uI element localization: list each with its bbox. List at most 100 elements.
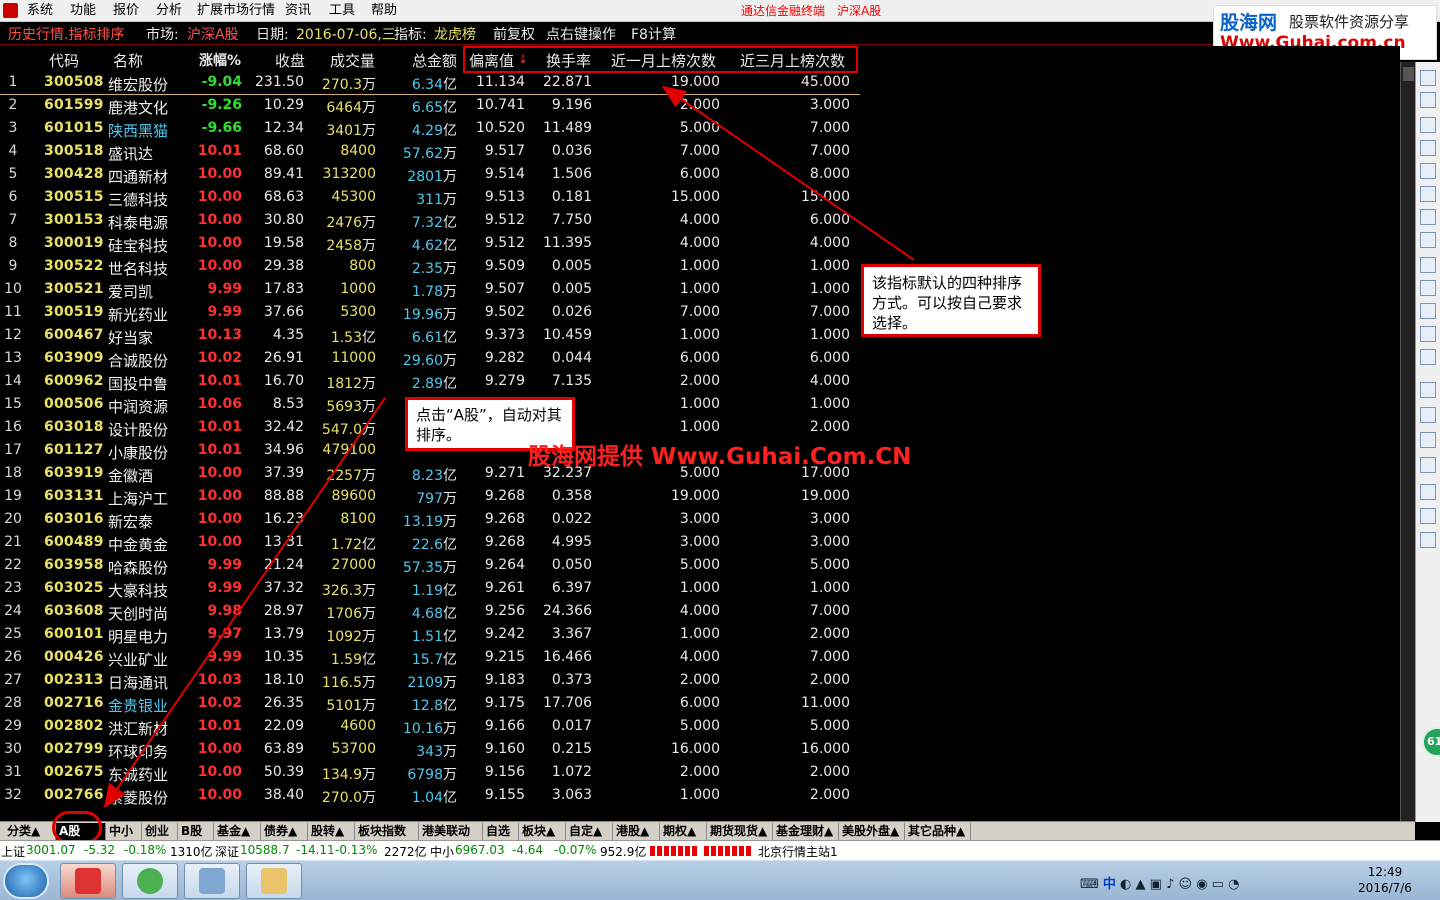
table-row[interactable]: 24 603608 天创时尚 9.98 28.97 9.256 24.366 4.000 7.0… bbox=[0, 601, 860, 624]
table-row[interactable]: 32 002766 索菱股份 10.00 38.40 9.155 3.063 1.000 2.0… bbox=[0, 785, 860, 808]
table-row[interactable]: 8 300019 硅宝科技 10.00 19.58 9.512 11.395 4.000 4.0… bbox=[0, 233, 860, 256]
document-icon[interactable] bbox=[1420, 257, 1436, 273]
table-row[interactable]: 12 600467 好当家 10.13 4.35 9.373 10.459 1.000 1.00… bbox=[0, 325, 860, 348]
table-row[interactable]: 23 603025 大豪科技 9.99 37.32 9.261 6.397 1.000 1.00… bbox=[0, 578, 860, 601]
table-row[interactable]: 6 300515 三德科技 10.00 68.63 9.513 0.181 15.000 15.… bbox=[0, 187, 860, 210]
table-row[interactable]: 14 600962 国投中鲁 10.01 16.70 9.279 7.135 2.000 4.0… bbox=[0, 371, 860, 394]
stack-icon[interactable] bbox=[1420, 432, 1436, 448]
circle-icon[interactable] bbox=[1420, 349, 1436, 365]
table-row[interactable]: 20 603016 新宏泰 10.00 16.23 9.268 0.022 3.000 3.00… bbox=[0, 509, 860, 532]
category-tab[interactable]: 中小 bbox=[106, 823, 142, 840]
candlestick-icon[interactable] bbox=[1420, 186, 1436, 202]
clock[interactable]: 12:49 2016/7/6 bbox=[1350, 864, 1420, 896]
category-tab[interactable]: 基金▲ bbox=[214, 823, 261, 840]
table-row[interactable]: 9 300522 世名科技 10.00 29.38 9.509 0.005 1.000 1.00… bbox=[0, 256, 860, 279]
category-tab[interactable]: 其它品种▲ bbox=[905, 823, 971, 840]
table-row[interactable]: 30 002799 环球印务 10.00 63.89 9.160 0.215 16.000 16… bbox=[0, 739, 860, 762]
info-icon[interactable] bbox=[1420, 280, 1436, 296]
f8-calc[interactable]: F8计算 bbox=[631, 24, 676, 44]
list-icon[interactable] bbox=[1420, 382, 1436, 398]
print-icon[interactable] bbox=[1420, 457, 1436, 473]
header-amount[interactable]: 总金额 bbox=[412, 50, 457, 72]
report-icon[interactable] bbox=[1420, 209, 1436, 225]
vertical-scrollbar[interactable] bbox=[1400, 62, 1415, 822]
table-row[interactable]: 21 600489 中金黄金 10.00 13.31 9.268 4.995 3.000 3.0… bbox=[0, 532, 860, 555]
grid-icon[interactable] bbox=[1420, 140, 1436, 156]
category-tab[interactable]: 股转▲ bbox=[308, 823, 355, 840]
tool-icon[interactable] bbox=[1420, 508, 1436, 524]
category-tab[interactable]: 基金理财▲ bbox=[773, 823, 839, 840]
table-row[interactable]: 26 000426 兴业矿业 9.99 10.35 9.215 16.466 4.000 7.0… bbox=[0, 647, 860, 670]
table-row[interactable]: 4 300518 盛讯达 10.01 68.60 9.517 0.036 7.000 7.000… bbox=[0, 141, 860, 164]
f12-icon[interactable] bbox=[1420, 303, 1436, 319]
header-name[interactable]: 名称 bbox=[113, 50, 143, 72]
menu-tools[interactable]: 工具 bbox=[329, 0, 355, 22]
category-tab[interactable]: 自定▲ bbox=[566, 823, 613, 840]
menu-function[interactable]: 功能 bbox=[70, 0, 96, 22]
market-value[interactable]: 沪深A股 bbox=[187, 24, 239, 44]
menu-news[interactable]: 资讯 bbox=[285, 0, 311, 22]
table-row[interactable]: 28 002716 金贵银业 10.02 26.35 9.175 17.706 6.000 11… bbox=[0, 693, 860, 716]
taskbar-app-ie[interactable] bbox=[122, 863, 178, 899]
header-volume[interactable]: 成交量 bbox=[330, 50, 375, 72]
start-button[interactable] bbox=[3, 863, 49, 899]
table-row[interactable]: 7 300153 科泰电源 10.00 30.80 9.512 7.750 4.000 6.00… bbox=[0, 210, 860, 233]
category-tab[interactable]: 自选 bbox=[483, 823, 519, 840]
table-row[interactable]: 5 300428 四通新材 10.00 89.41 9.514 1.506 6.000 8.00… bbox=[0, 164, 860, 187]
app-icon[interactable] bbox=[3, 3, 18, 18]
table-row[interactable]: 25 600101 明星电力 9.97 13.79 9.242 3.367 1.000 2.00… bbox=[0, 624, 860, 647]
category-tab[interactable]: B股 bbox=[178, 823, 214, 840]
menu-analysis[interactable]: 分析 bbox=[156, 0, 182, 22]
table-row[interactable]: 19 603131 上海沪工 10.00 88.88 9.268 0.358 19.000 19… bbox=[0, 486, 860, 509]
table-row[interactable]: 27 002313 日海通讯 10.03 18.10 9.183 0.373 2.000 2.0… bbox=[0, 670, 860, 693]
ime-indicator[interactable]: 中 bbox=[1103, 877, 1116, 892]
row-index: 19 bbox=[4, 488, 22, 504]
stock-name: 小康股份 bbox=[108, 444, 169, 462]
table-row[interactable]: 1 300508 维宏股份 -9.04 231.50 11.134 22.871 19.000… bbox=[0, 72, 860, 95]
stock-name: 四通新材 bbox=[108, 168, 169, 186]
menu-system[interactable]: 系统 bbox=[27, 0, 53, 22]
folder-icon[interactable] bbox=[1420, 484, 1436, 500]
table-row[interactable]: 3 601015 陕西黑猫 -9.66 12.34 10.520 11.489 5.000 7.… bbox=[0, 118, 860, 141]
scroll-thumb[interactable] bbox=[1403, 67, 1414, 81]
category-tab[interactable]: 债券▲ bbox=[261, 823, 308, 840]
edit-icon[interactable] bbox=[1420, 407, 1436, 423]
server-name[interactable]: 北京行情主站1 bbox=[758, 843, 838, 860]
taskbar-app-handshake[interactable] bbox=[184, 863, 240, 899]
settings-icon[interactable] bbox=[1420, 532, 1436, 548]
quote-list-icon[interactable] bbox=[1420, 117, 1436, 133]
category-tab[interactable]: 创业 bbox=[142, 823, 178, 840]
category-tab[interactable]: 板块指数 bbox=[355, 823, 419, 840]
category-tab[interactable]: 期货现货▲ bbox=[707, 823, 773, 840]
category-tab[interactable]: 美股外盘▲ bbox=[839, 823, 905, 840]
table-row[interactable]: 2 601599 鹿港文化 -9.26 10.29 10.741 9.196 2.000 3.0… bbox=[0, 95, 860, 118]
f10-icon[interactable] bbox=[1420, 232, 1436, 248]
line-chart-icon[interactable] bbox=[1420, 163, 1436, 179]
category-tab[interactable]: 分类▲ bbox=[4, 823, 56, 840]
restore-mode[interactable]: 前复权 bbox=[493, 24, 535, 44]
menu-help[interactable]: 帮助 bbox=[371, 0, 397, 22]
category-tab[interactable]: 期权▲ bbox=[660, 823, 707, 840]
menu-extended-market[interactable]: 扩展市场行情 bbox=[197, 0, 275, 22]
taskbar-app-explorer[interactable] bbox=[246, 863, 302, 899]
system-tray[interactable]: ⌨ 中 ◐ ▲ ▣ ♪ ☺ ◉ ▭ ◔ bbox=[1080, 873, 1239, 892]
menu-quote[interactable]: 报价 bbox=[113, 0, 139, 22]
table-row[interactable]: 13 603909 合诚股份 10.02 26.91 9.282 0.044 6.000 6.0… bbox=[0, 348, 860, 371]
formula-icon[interactable] bbox=[1420, 326, 1436, 342]
date-value[interactable]: 2016-07-06,三 bbox=[296, 24, 396, 44]
category-tab[interactable]: 港美联动 bbox=[419, 823, 483, 840]
category-tab[interactable]: 板块▲ bbox=[519, 823, 566, 840]
table-row[interactable]: 11 300519 新光药业 9.99 37.66 9.502 0.026 7.000 7.00… bbox=[0, 302, 860, 325]
arrow-down-icon[interactable] bbox=[1420, 92, 1436, 108]
table-row[interactable]: 10 300521 爱司凯 9.99 17.83 9.507 0.005 1.000 1.000… bbox=[0, 279, 860, 302]
header-close[interactable]: 收盘 bbox=[275, 50, 305, 72]
indicator-value[interactable]: 龙虎榜 bbox=[434, 24, 476, 44]
table-row[interactable]: 31 002675 东诚药业 10.00 50.39 9.156 1.072 2.000 2.0… bbox=[0, 762, 860, 785]
table-row[interactable]: 29 002802 洪汇新材 10.01 22.09 9.166 0.017 5.000 5.0… bbox=[0, 716, 860, 739]
table-row[interactable]: 22 603958 哈森股份 9.99 21.24 9.264 0.050 5.000 5.00… bbox=[0, 555, 860, 578]
header-change-pct[interactable]: 涨幅% bbox=[199, 50, 241, 72]
arrow-up-icon[interactable] bbox=[1420, 70, 1436, 86]
header-code[interactable]: 代码 bbox=[49, 50, 79, 72]
category-tab[interactable]: 港股▲ bbox=[613, 823, 660, 840]
taskbar-app-tdx[interactable] bbox=[60, 863, 116, 899]
